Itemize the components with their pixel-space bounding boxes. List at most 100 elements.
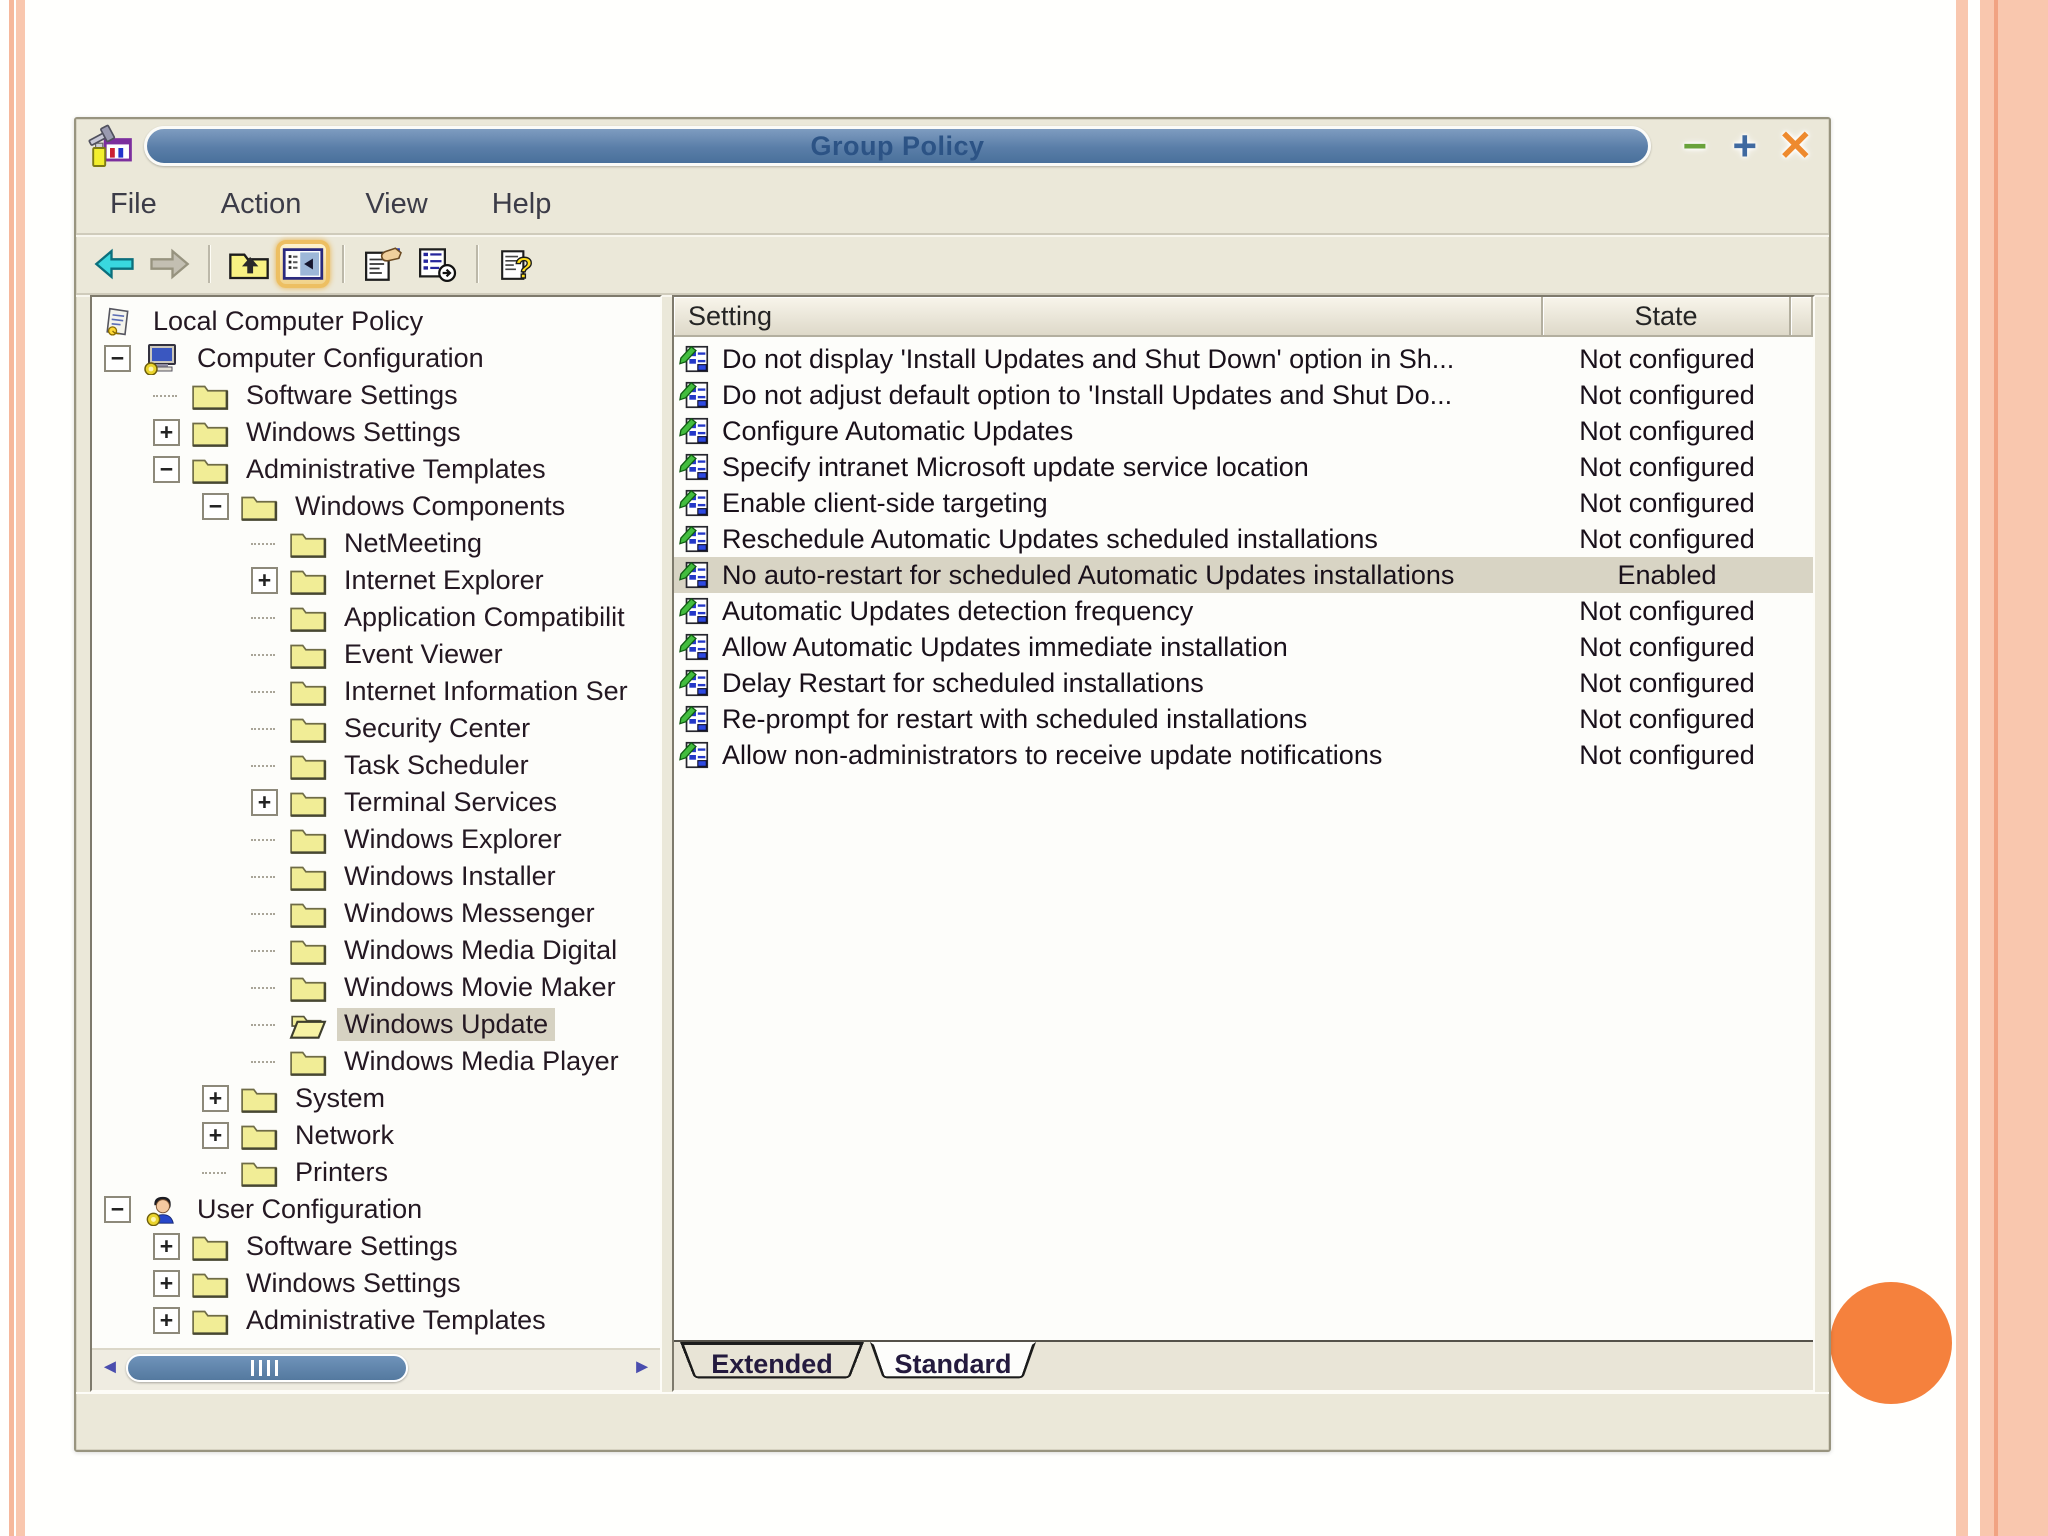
tree-item-label[interactable]: Windows Settings <box>239 416 468 449</box>
show-hide-console-tree-button[interactable] <box>276 240 330 288</box>
tree-item[interactable]: + Windows Settings <box>92 414 660 451</box>
properties-button[interactable] <box>356 240 410 288</box>
tree-item[interactable]: Windows Media Player <box>92 1043 660 1080</box>
tree-item-label[interactable]: Windows Installer <box>337 860 563 893</box>
tree-item[interactable]: Internet Information Ser <box>92 673 660 710</box>
tree-item-label[interactable]: Windows Update <box>337 1008 556 1041</box>
column-header-setting[interactable]: Setting <box>674 297 1543 337</box>
tree-item-label[interactable]: Administrative Templates <box>239 453 553 486</box>
tree-item[interactable]: Windows Update <box>92 1006 660 1043</box>
expand-toggle[interactable]: − <box>202 493 229 520</box>
tree-item-label[interactable]: Event Viewer <box>337 638 510 671</box>
expand-toggle[interactable]: + <box>202 1085 229 1112</box>
tree-item[interactable]: Windows Media Digital <box>92 932 660 969</box>
setting-name[interactable]: No auto-restart for scheduled Automatic … <box>722 560 1543 591</box>
close-button[interactable]: ✕ <box>1778 125 1813 167</box>
setting-name[interactable]: Automatic Updates detection frequency <box>722 596 1543 627</box>
tree-item-label[interactable]: Network <box>288 1119 401 1152</box>
setting-name[interactable]: Allow non-administrators to receive upda… <box>722 740 1543 771</box>
tree-item[interactable]: + Terminal Services <box>92 784 660 821</box>
expand-toggle[interactable]: + <box>153 419 180 446</box>
list-row[interactable]: Delay Restart for scheduled installation… <box>674 665 1813 701</box>
help-button[interactable] <box>490 240 544 288</box>
expand-toggle[interactable]: + <box>251 567 278 594</box>
tree-item[interactable]: Printers <box>92 1154 660 1191</box>
scrollbar-thumb[interactable] <box>126 1354 408 1382</box>
tree-item-label[interactable]: Windows Components <box>288 490 572 523</box>
expand-toggle[interactable]: + <box>251 789 278 816</box>
tree-item[interactable]: Task Scheduler <box>92 747 660 784</box>
maximize-button[interactable]: + <box>1728 125 1762 167</box>
setting-name[interactable]: Allow Automatic Updates immediate instal… <box>722 632 1543 663</box>
tree-item[interactable]: Windows Messenger <box>92 895 660 932</box>
scroll-left-arrow[interactable]: ◄ <box>100 1356 120 1379</box>
tree-item[interactable]: − Windows Components <box>92 488 660 525</box>
tree-item-label[interactable]: Windows Movie Maker <box>337 971 623 1004</box>
minimize-button[interactable]: − <box>1678 125 1712 167</box>
list-row[interactable]: Allow Automatic Updates immediate instal… <box>674 629 1813 665</box>
tree-item-label[interactable]: Software Settings <box>239 379 465 412</box>
list-row[interactable]: Reschedule Automatic Updates scheduled i… <box>674 521 1813 557</box>
tree-item-label[interactable]: Local Computer Policy <box>146 305 430 338</box>
tree-item-label[interactable]: Windows Media Digital <box>337 934 624 967</box>
list-row[interactable]: Specify intranet Microsoft update servic… <box>674 449 1813 485</box>
tree-item-label[interactable]: Software Settings <box>239 1230 465 1263</box>
expand-toggle[interactable]: − <box>153 456 180 483</box>
menu-help[interactable]: Help <box>486 186 558 223</box>
tree-item-label[interactable]: Windows Messenger <box>337 897 602 930</box>
setting-name[interactable]: Enable client-side targeting <box>722 488 1543 519</box>
setting-name[interactable]: Specify intranet Microsoft update servic… <box>722 452 1543 483</box>
tree-item-label[interactable]: User Configuration <box>190 1193 429 1226</box>
tree-item[interactable]: Software Settings <box>92 377 660 414</box>
expand-toggle[interactable]: + <box>153 1233 180 1260</box>
setting-name[interactable]: Re-prompt for restart with scheduled ins… <box>722 704 1543 735</box>
list-row[interactable]: No auto-restart for scheduled Automatic … <box>674 557 1813 593</box>
tree-item[interactable]: NetMeeting <box>92 525 660 562</box>
setting-name[interactable]: Do not adjust default option to 'Install… <box>722 380 1543 411</box>
menu-view[interactable]: View <box>359 186 433 223</box>
tree-item[interactable]: Application Compatibilit <box>92 599 660 636</box>
tree-item[interactable]: + System <box>92 1080 660 1117</box>
tree-item[interactable]: − Computer Configuration <box>92 340 660 377</box>
tree-item[interactable]: + Administrative Templates <box>92 1302 660 1339</box>
list-row[interactable]: Enable client-side targeting Not configur… <box>674 485 1813 521</box>
forward-button[interactable] <box>142 240 196 288</box>
list-row[interactable]: Automatic Updates detection frequency Not… <box>674 593 1813 629</box>
tree-item[interactable]: Windows Installer <box>92 858 660 895</box>
tree-item[interactable]: + Internet Explorer <box>92 562 660 599</box>
setting-name[interactable]: Delay Restart for scheduled installation… <box>722 668 1543 699</box>
tree-item[interactable]: Local Computer Policy <box>92 303 660 340</box>
tree-item[interactable]: Windows Explorer <box>92 821 660 858</box>
tree-item-label[interactable]: Task Scheduler <box>337 749 536 782</box>
export-list-button[interactable] <box>410 240 464 288</box>
tree-item-label[interactable]: Internet Explorer <box>337 564 551 597</box>
back-button[interactable] <box>88 240 142 288</box>
tree-item-label[interactable]: Printers <box>288 1156 395 1189</box>
list-row[interactable]: Do not display 'Install Updates and Shut… <box>674 341 1813 377</box>
tree-item-label[interactable]: Administrative Templates <box>239 1304 553 1337</box>
list-row[interactable]: Do not adjust default option to 'Install… <box>674 377 1813 413</box>
tree-item-label[interactable]: Application Compatibilit <box>337 601 632 634</box>
expand-toggle[interactable]: − <box>104 1196 131 1223</box>
expand-toggle[interactable]: + <box>153 1270 180 1297</box>
horizontal-scrollbar[interactable]: ◄ ► <box>92 1348 660 1390</box>
tree-item-label[interactable]: Windows Explorer <box>337 823 569 856</box>
tab-extended[interactable]: Extended <box>680 1342 864 1386</box>
column-header-state[interactable]: State <box>1543 297 1791 337</box>
tree-item[interactable]: + Software Settings <box>92 1228 660 1265</box>
menu-file[interactable]: File <box>104 186 163 223</box>
tree-item[interactable]: Event Viewer <box>92 636 660 673</box>
tree-item-label[interactable]: Windows Settings <box>239 1267 468 1300</box>
tree-item[interactable]: − Administrative Templates <box>92 451 660 488</box>
tree-item[interactable]: + Windows Settings <box>92 1265 660 1302</box>
tab-standard[interactable]: Standard <box>870 1342 1036 1386</box>
tree-item[interactable]: Windows Movie Maker <box>92 969 660 1006</box>
setting-name[interactable]: Do not display 'Install Updates and Shut… <box>722 344 1543 375</box>
expand-toggle[interactable]: + <box>153 1307 180 1334</box>
expand-toggle[interactable]: + <box>202 1122 229 1149</box>
expand-toggle[interactable]: − <box>104 345 131 372</box>
title-bar[interactable]: Group Policy − + ✕ <box>76 119 1829 175</box>
tree-item-label[interactable]: Internet Information Ser <box>337 675 635 708</box>
pane-splitter[interactable] <box>662 295 672 1392</box>
up-one-level-button[interactable] <box>222 240 276 288</box>
